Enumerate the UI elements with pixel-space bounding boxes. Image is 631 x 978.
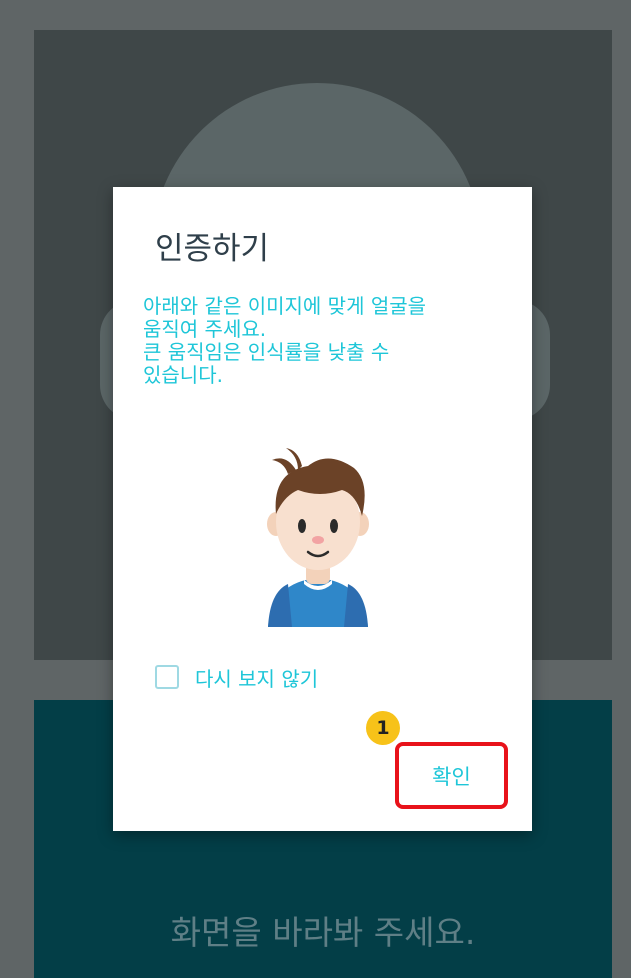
face-instruction-text: 화면을 바라봐 주세요.: [170, 913, 476, 952]
dont-show-again-row[interactable]: 다시 보지 않기: [155, 663, 318, 691]
dialog-title: 인증하기: [155, 231, 270, 267]
dont-show-again-label: 다시 보지 않기: [195, 666, 319, 691]
dialog-message: 아래와 같은 이미지에 맞게 얼굴을 움직여 주세요. 큰 움직임은 인식률을 …: [143, 295, 513, 387]
auth-dialog: 인증하기 아래와 같은 이미지에 맞게 얼굴을 움직여 주세요. 큰 움직임은 …: [113, 187, 532, 831]
dont-show-again-checkbox[interactable]: [155, 665, 179, 689]
confirm-button[interactable]: 확인: [403, 752, 500, 799]
message-line: 아래와 같은 이미지에 맞게 얼굴을: [143, 294, 427, 318]
message-line: 있습니다.: [143, 363, 223, 387]
message-line: 움직여 주세요.: [143, 317, 267, 341]
step-number-badge: 1: [366, 711, 400, 745]
boy-face-avatar-icon: [267, 448, 369, 627]
message-line: 큰 움직임은 인식률을 낮출 수: [143, 340, 390, 364]
